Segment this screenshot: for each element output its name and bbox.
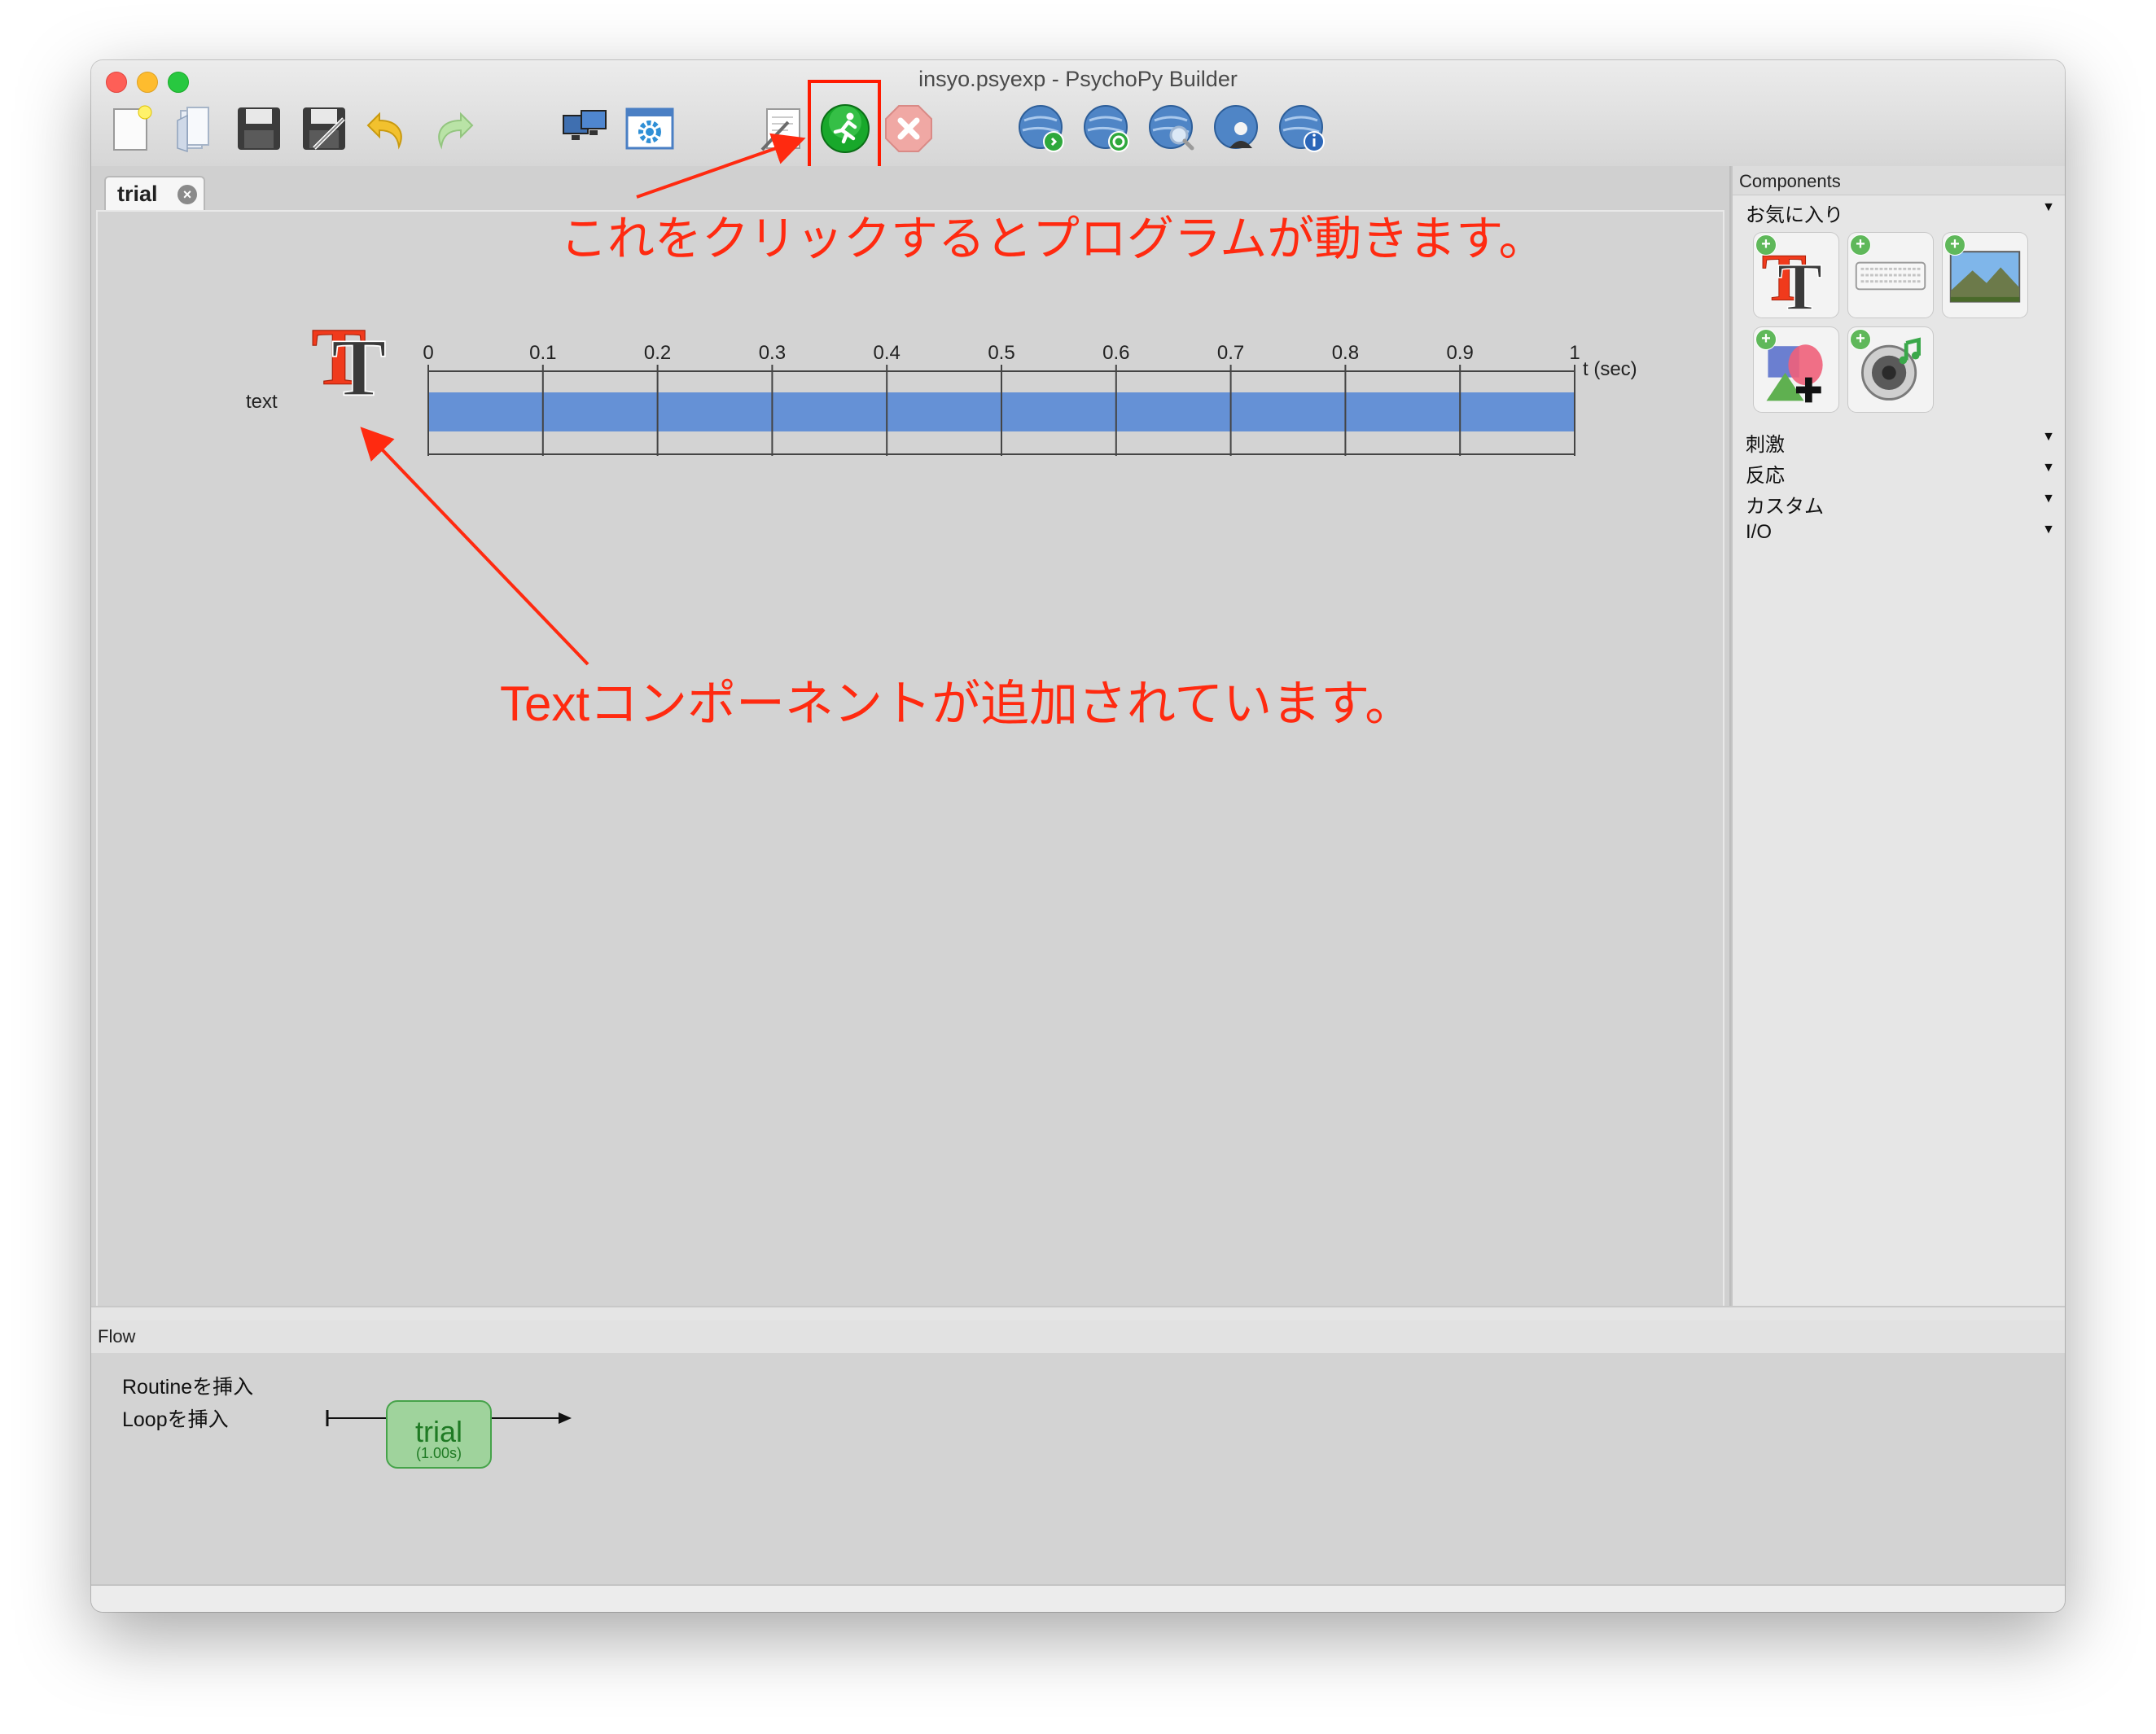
collapse-arrow-icon: ▼ xyxy=(2042,523,2055,536)
add-plus-icon: + xyxy=(1755,329,1777,350)
category-favorites[interactable]: お気に入り ▼ xyxy=(1746,199,2055,227)
pavlovia-refresh-icon xyxy=(1084,105,1129,152)
flow-routine-name: trial xyxy=(414,1415,462,1448)
category-label: I/O xyxy=(1746,521,1773,543)
flow-routine-trial[interactable]: trial (1.00s) xyxy=(386,1400,492,1469)
components-panel: Components お気に入り ▼ T T + + + + + 刺激 ▼ 反応… xyxy=(1731,166,2065,1371)
pavlovia-user-icon xyxy=(1214,105,1258,149)
add-plus-icon: + xyxy=(1850,329,1871,350)
close-tab-icon[interactable]: × xyxy=(177,185,197,204)
add-keyboard-component-button[interactable]: + xyxy=(1848,233,1933,317)
collapse-arrow-icon: ▼ xyxy=(2042,430,2055,444)
pavlovia-info-button[interactable] xyxy=(1275,101,1330,156)
routine-canvas: text T T 0 0.1 0.2 0.3 0.4 0.5 0.6 0.7 0.8 0.9 1 t… xyxy=(96,210,1724,1358)
category-label: カスタム xyxy=(1746,496,1824,518)
save-as-icon xyxy=(303,107,345,150)
stop-button[interactable] xyxy=(881,101,936,156)
flow-panel: Flow Routineを挿入 Loopを挿入 trial (1.00s) xyxy=(91,1320,2065,1596)
open-file-button[interactable] xyxy=(168,101,223,156)
psychopy-builder-window: insyo.psyexp - PsychoPy Builder trial × … xyxy=(91,60,2065,1612)
collapse-arrow-icon: ▼ xyxy=(2042,200,2055,214)
add-text-component-button[interactable]: T T + xyxy=(1754,233,1838,317)
add-plus-icon: + xyxy=(1944,234,1965,256)
experiment-settings-icon xyxy=(625,107,674,150)
add-plus-icon: + xyxy=(1755,234,1777,256)
title-bar: insyo.psyexp - PsychoPy Builder xyxy=(91,60,2065,177)
status-bar xyxy=(91,1584,2065,1612)
components-header: Components xyxy=(1733,166,2065,195)
tab-label: trial xyxy=(117,182,158,206)
save-icon xyxy=(238,107,280,150)
flow-routine-duration: (1.00s) xyxy=(415,1445,462,1461)
new-file-icon xyxy=(113,105,152,151)
annotation-text-component: Textコンポーネントが追加されています。 xyxy=(500,677,1414,731)
compile-script-icon xyxy=(760,108,800,151)
monitor-center-button[interactable] xyxy=(557,101,612,156)
stop-icon xyxy=(885,105,932,152)
category-io[interactable]: I/O ▼ xyxy=(1746,521,2055,544)
redo-button[interactable] xyxy=(425,101,480,156)
collapse-arrow-icon: ▼ xyxy=(2042,461,2055,475)
svg-text:T: T xyxy=(1777,249,1822,314)
pavlovia-refresh-button[interactable] xyxy=(1080,101,1135,156)
add-plus-icon: + xyxy=(1850,234,1871,256)
category-stimuli[interactable]: 刺激 ▼ xyxy=(1746,428,2055,457)
collapse-arrow-icon: ▼ xyxy=(2042,492,2055,506)
flow-line xyxy=(326,1410,572,1426)
monitor-center-icon xyxy=(563,110,607,140)
pavlovia-sync-icon xyxy=(1019,105,1064,152)
window-title: insyo.psyexp - PsychoPy Builder xyxy=(918,67,1238,91)
add-image-component-button[interactable]: + xyxy=(1943,233,2027,317)
add-sound-component-button[interactable]: + xyxy=(1848,327,1933,412)
category-label: 反応 xyxy=(1746,465,1785,487)
open-file-icon xyxy=(177,107,209,153)
run-button-highlight xyxy=(808,80,881,177)
pavlovia-search-icon xyxy=(1149,105,1194,151)
compile-script-button[interactable] xyxy=(754,101,809,156)
pavlovia-info-icon xyxy=(1279,105,1325,152)
add-polygon-component-button[interactable]: + xyxy=(1754,327,1838,412)
category-responses[interactable]: 反応 ▼ xyxy=(1746,459,2055,488)
routine-editor: trial × text T T 0 0.1 0.2 0.3 0.4 0.5 0.6 0.7 0… xyxy=(91,166,1731,1371)
tab-trial[interactable]: trial × xyxy=(104,176,205,210)
category-label: お気に入り xyxy=(1746,204,1843,226)
category-label: 刺激 xyxy=(1746,434,1785,456)
experiment-settings-button[interactable] xyxy=(622,101,677,156)
pavlovia-sync-button[interactable] xyxy=(1014,101,1070,156)
category-custom[interactable]: カスタム ▼ xyxy=(1746,490,2055,519)
panel-splitter[interactable] xyxy=(91,1306,2065,1322)
new-file-button[interactable] xyxy=(103,101,158,156)
pavlovia-search-button[interactable] xyxy=(1145,101,1200,156)
pavlovia-user-button[interactable] xyxy=(1210,101,1265,156)
redo-icon xyxy=(438,112,474,150)
undo-button[interactable] xyxy=(360,101,415,156)
save-button[interactable] xyxy=(231,101,287,156)
annotation-run: これをクリックするとプログラムが動きます。 xyxy=(560,212,1546,265)
save-as-button[interactable] xyxy=(296,101,352,156)
undo-icon xyxy=(366,112,402,150)
